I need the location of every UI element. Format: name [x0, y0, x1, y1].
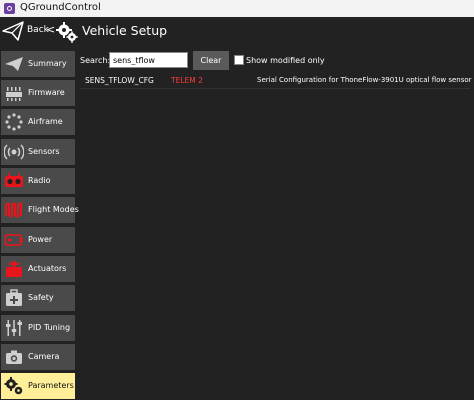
setup-sidebar: Summary Firmware Airframe Sensors Radio … [0, 48, 79, 400]
show-modified-checkbox[interactable] [234, 55, 244, 65]
paper-plane-icon [5, 57, 23, 71]
sidebar-item-power[interactable]: Power [1, 227, 75, 253]
chevron-left-icon[interactable]: < [46, 23, 55, 36]
app-header: Back < Vehicle Setup [0, 17, 474, 47]
sidebar-item-label: Sensors [28, 147, 60, 156]
param-value[interactable]: TELEM 2 [171, 76, 203, 85]
sidebar-item-label: Flight Modes [28, 205, 79, 214]
battery-icon [4, 234, 23, 246]
page-title: Vehicle Setup [82, 23, 168, 38]
sidebar-item-airframe[interactable]: Airframe [1, 109, 75, 135]
sidebar-item-label: Parameters [28, 381, 74, 390]
search-label: Search: [80, 56, 111, 65]
sidebar-item-label: Summary [28, 59, 67, 68]
sidebar-item-label: Firmware [28, 88, 65, 97]
airframe-icon [5, 113, 23, 131]
sidebar-item-parameters[interactable]: Parameters [1, 373, 75, 399]
search-input[interactable] [109, 52, 188, 68]
window-titlebar: QGroundControl [0, 0, 474, 18]
sidebar-item-radio[interactable]: Radio [1, 168, 75, 194]
sidebar-item-sensors[interactable]: Sensors [1, 139, 75, 165]
camera-icon [6, 350, 22, 364]
actuators-icon [6, 261, 22, 277]
radio-icon [5, 173, 23, 187]
table-row[interactable]: SENS_TFLOW_CFG TELEM 2 Serial Configurat… [80, 72, 472, 89]
app-logo-icon [4, 3, 15, 14]
flight-modes-icon [5, 202, 22, 218]
sidebar-item-camera[interactable]: Camera [1, 344, 75, 370]
clear-button[interactable]: Clear [193, 51, 229, 70]
sidebar-item-label: Power [28, 235, 53, 244]
sliders-icon [6, 320, 22, 336]
sidebar-item-label: Safety [28, 293, 54, 302]
sidebar-item-flight-modes[interactable]: Flight Modes [1, 197, 79, 223]
sensors-icon [4, 144, 24, 160]
sidebar-item-label: PID Tuning [28, 323, 71, 332]
sidebar-item-pid-tuning[interactable]: PID Tuning [1, 315, 75, 341]
param-name: SENS_TFLOW_CFG [85, 76, 154, 85]
param-description: Serial Configuration for ThoneFlow-3901U… [257, 76, 472, 84]
show-modified-label: Show modified only [246, 56, 325, 65]
sidebar-item-firmware[interactable]: Firmware [1, 80, 75, 106]
gears-icon [4, 377, 23, 395]
sidebar-item-label: Airframe [28, 117, 63, 126]
gears-icon [56, 22, 78, 43]
sidebar-item-label: Camera [28, 352, 60, 361]
sidebar-item-label: Actuators [28, 264, 67, 273]
sidebar-item-safety[interactable]: Safety [1, 285, 75, 311]
sidebar-item-actuators[interactable]: Actuators [1, 256, 75, 282]
sidebar-item-label: Radio [28, 176, 51, 185]
window-title: QGroundControl [20, 2, 101, 13]
firmware-icon [6, 87, 22, 101]
sidebar-item-summary[interactable]: Summary [1, 51, 75, 77]
safety-icon [6, 289, 22, 306]
paper-plane-icon[interactable] [2, 20, 24, 42]
